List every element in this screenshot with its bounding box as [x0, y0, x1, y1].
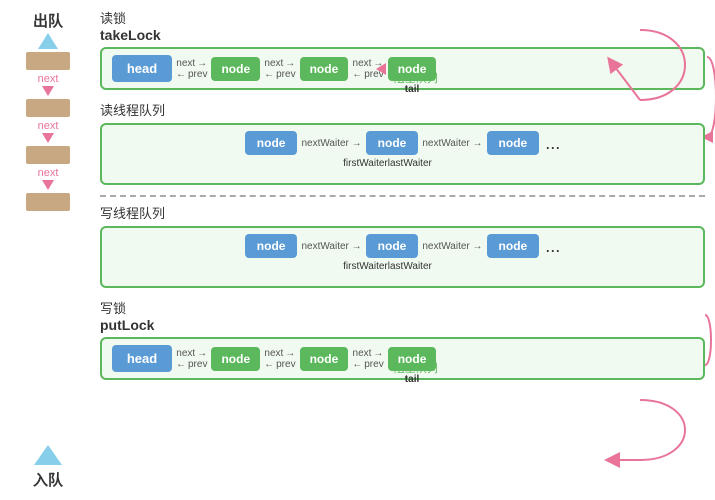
enqueue-label: 入队: [33, 469, 63, 490]
read-thread-waiter-labels: firstWaiter lastWaiter: [343, 158, 462, 169]
read-thread-ellipsis: ...: [545, 133, 560, 154]
enqueue-arrow: [34, 445, 62, 465]
write-lock-title: 写锁 putLock: [100, 298, 705, 333]
write-thread-waiter-labels: firstWaiter lastWaiter: [343, 261, 462, 272]
write-lock-node-2: node: [300, 347, 349, 371]
next-label-3: next: [38, 167, 59, 179]
next-label-2: next: [38, 120, 59, 132]
read-lock-node-1: node: [211, 57, 260, 81]
write-thread-node-1: node: [245, 234, 298, 258]
last-waiter-label: lastWaiter: [388, 158, 462, 169]
write-arrow-group-1: next → ← prev: [176, 348, 207, 370]
read-thread-nodes-row: node nextWaiter → node nextWaiter → node…: [245, 131, 560, 155]
write-arrow-group-2: next → ← prev: [264, 348, 295, 370]
next-waiter-1: nextWaiter →: [301, 138, 361, 149]
queue-block-2: [26, 99, 70, 117]
next-arrow-1: [42, 86, 54, 96]
write-thread-node-3: node: [487, 234, 540, 258]
write-lock-section: 写锁 putLock head next → ← prev: [100, 298, 705, 380]
read-thread-queue-section: 读线程队列 node nextWaiter → node nextWaiter …: [100, 100, 705, 185]
dequeue-label: 出队: [33, 10, 63, 31]
arrow-group-2: next → ← prev: [264, 58, 295, 80]
write-last-waiter-label: lastWaiter: [388, 261, 462, 272]
write-lock-box-wrapper: head next → ← prev node: [100, 337, 705, 380]
next-arrow-3: [42, 180, 54, 190]
read-lock-title: 读锁 takeLock: [100, 8, 705, 43]
queue-block-4: [26, 193, 70, 211]
write-first-waiter-label: firstWaiter: [343, 261, 388, 272]
main-content: 读锁 takeLock head next → ← prev: [100, 8, 705, 390]
dotted-divider: [100, 195, 705, 197]
read-blocking-label: 阻塞队列: [394, 70, 438, 86]
queue-block-3: [26, 146, 70, 164]
write-next-waiter-2: nextWaiter →: [422, 241, 482, 252]
write-thread-ellipsis: ...: [545, 236, 560, 257]
read-thread-node-1: node: [245, 131, 298, 155]
write-blocking-label: 阻塞队列: [394, 360, 438, 376]
tail-red-arrow: [376, 63, 386, 75]
dequeue-arrow: [38, 33, 58, 49]
write-thread-nodes-row: node nextWaiter → node nextWaiter → node…: [245, 234, 560, 258]
read-thread-node-2: node: [366, 131, 419, 155]
write-lock-box: head next → ← prev node: [100, 337, 705, 380]
read-lock-head-node: head: [112, 55, 172, 82]
left-queue: 出队 next next next 入队: [18, 10, 78, 490]
write-lock-pink-arrow: [695, 310, 715, 370]
write-lock-head-node: head: [112, 345, 172, 372]
arrow-group-1: next → ← prev: [176, 58, 207, 80]
read-lock-box: head next → ← prev node: [100, 47, 705, 90]
next-waiter-2: nextWaiter →: [422, 138, 482, 149]
read-thread-node-3: node: [487, 131, 540, 155]
write-lock-node-1: node: [211, 347, 260, 371]
write-next-waiter-1: nextWaiter →: [301, 241, 361, 252]
queue-block-1: [26, 52, 70, 70]
read-thread-queue-title: 读线程队列: [100, 100, 705, 119]
write-thread-queue-box: node nextWaiter → node nextWaiter → node…: [100, 226, 705, 288]
write-thread-queue-section: 写线程队列 node nextWaiter → node nextWaiter …: [100, 203, 705, 288]
read-lock-section: 读锁 takeLock head next → ← prev: [100, 8, 705, 90]
read-thread-queue-box: node nextWaiter → node nextWaiter → node…: [100, 123, 705, 185]
write-arrow-group-3: next → ← prev: [352, 348, 383, 370]
read-lock-node-2: node: [300, 57, 349, 81]
write-lock-subtitle: putLock: [100, 317, 154, 333]
write-thread-queue-title: 写线程队列: [100, 203, 705, 222]
read-lock-subtitle: takeLock: [100, 27, 161, 43]
next-label-1: next: [38, 73, 59, 85]
first-waiter-label: firstWaiter: [343, 158, 388, 169]
write-thread-node-2: node: [366, 234, 419, 258]
next-arrow-2: [42, 133, 54, 143]
